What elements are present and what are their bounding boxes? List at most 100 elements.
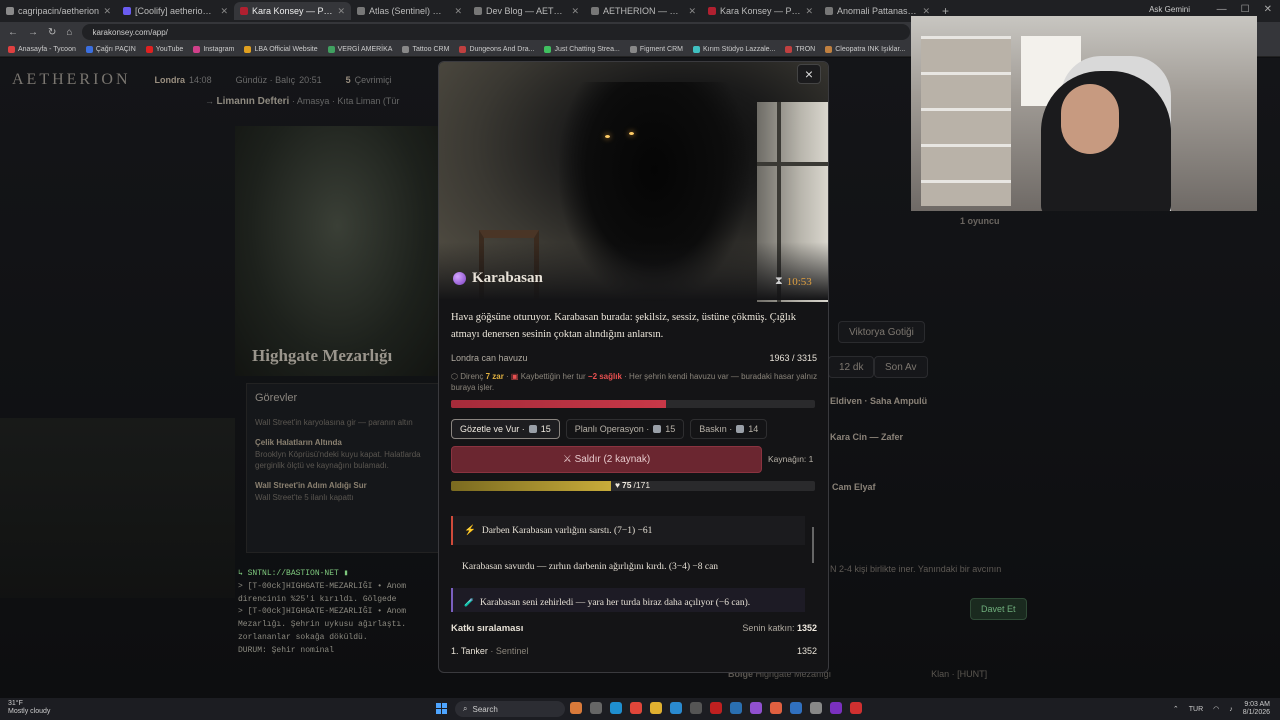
language-indicator[interactable]: TUR bbox=[1189, 706, 1203, 713]
victory-line: Kara Cin — Zafer bbox=[830, 432, 904, 442]
app-icon[interactable] bbox=[850, 702, 862, 714]
log-scrollbar[interactable] bbox=[812, 527, 814, 563]
bookmark-item[interactable]: Tattoo CRM bbox=[402, 45, 449, 53]
minimize-icon[interactable]: — bbox=[1217, 4, 1227, 15]
chevron-up-icon[interactable]: ⌃ bbox=[1173, 705, 1179, 713]
monster-image bbox=[439, 62, 828, 302]
chrome-icon[interactable] bbox=[630, 702, 642, 714]
browser-tab[interactable]: cagripacin/aetherion ✕ bbox=[0, 2, 117, 20]
clock-time: 9:03 AM bbox=[1244, 701, 1270, 708]
bookmark-item[interactable]: Çağrı PAÇIN bbox=[85, 45, 136, 53]
players-count: 1 oyuncu bbox=[960, 216, 1000, 226]
tab-favicon-icon bbox=[6, 7, 14, 15]
combat-log[interactable]: ⚡ Darben Karabasan varlığını sarstı. (7−1… bbox=[451, 502, 815, 612]
maximize-icon[interactable]: ☐ bbox=[1241, 4, 1250, 15]
app-icon[interactable] bbox=[690, 702, 702, 714]
app-icon[interactable] bbox=[770, 702, 782, 714]
bookmark-item[interactable]: Kırım Stüdyo Lazzale... bbox=[693, 45, 775, 53]
header-city: Londra 14:08 bbox=[155, 75, 212, 85]
browser-tab[interactable]: Kara Konsey — Perde Aralanıyor ✕ bbox=[702, 2, 819, 20]
volume-icon[interactable]: ♪ bbox=[1229, 706, 1233, 713]
search-icon: ⌕ bbox=[463, 704, 468, 713]
browser-tab[interactable]: Kara Konsey — Perde Aralanıyor ✕ bbox=[234, 2, 351, 20]
tab-close-icon[interactable]: ✕ bbox=[337, 6, 345, 17]
clock[interactable]: 9:03 AM 8/1/2026 bbox=[1243, 701, 1270, 717]
tab-close-icon[interactable]: ✕ bbox=[688, 6, 696, 17]
forward-icon[interactable]: → bbox=[28, 27, 38, 38]
log-text: Karabasan savurdu — zırhın darbenin ağır… bbox=[462, 561, 719, 572]
browser-tab[interactable]: Atlas (Sentinel) — AETHERION ✕ bbox=[351, 2, 468, 20]
bookmark-item[interactable]: YouTube bbox=[145, 45, 183, 53]
bookmark-item[interactable]: LBA Official Website bbox=[244, 45, 318, 53]
browser-tab[interactable]: AETHERION — Backoffice ✕ bbox=[585, 2, 702, 20]
reload-icon[interactable]: ↻ bbox=[48, 27, 56, 38]
app-icon[interactable] bbox=[710, 702, 722, 714]
url-field[interactable]: karakonsey.com/app/ bbox=[82, 24, 910, 40]
attack-mode-tab[interactable]: Gözetle ve Vur · 15 bbox=[451, 419, 560, 439]
bookmark-label: Just Chatting Strea... bbox=[554, 45, 620, 53]
bookmark-item[interactable]: Cleopatra INK Işıklar... bbox=[825, 45, 905, 53]
wifi-icon[interactable]: ◠ bbox=[1213, 705, 1219, 713]
bookmark-item[interactable]: VERGİ AMERİKA bbox=[327, 45, 392, 53]
terminal-line: direncinin %25'i kırıldı. Gölgede bbox=[238, 594, 397, 604]
terminal-line: > [T-00ck]HIGHGATE-MEZARLIĞI • Anom bbox=[238, 581, 407, 591]
invite-button[interactable]: Davet Et bbox=[970, 598, 1027, 620]
app-icon[interactable] bbox=[790, 702, 802, 714]
back-icon[interactable]: ← bbox=[8, 27, 18, 38]
close-modal-button[interactable]: × bbox=[797, 64, 821, 84]
attack-mode-tab[interactable]: Planlı Operasyon · 15 bbox=[565, 419, 685, 439]
header-online: 5 Çevrimiçi bbox=[346, 75, 392, 85]
tasks-heading: Görevler bbox=[255, 392, 298, 404]
tab-close-icon[interactable]: ✕ bbox=[103, 6, 111, 17]
monster-name: Karabasan bbox=[472, 270, 543, 286]
os-taskbar: 31°F Mostly cloudy ⌕ Search ⌃ TUR ◠ ♪ 9:03 bbox=[0, 698, 1280, 720]
terminal-line: > [T-00ck]HIGHGATE-MEZARLIĞI • Anom bbox=[238, 607, 407, 617]
ask-gemini-button[interactable]: Ask Gemini bbox=[1149, 5, 1190, 14]
breadcrumb-title: Limanın Defteri bbox=[216, 96, 290, 107]
bookmark-item[interactable]: TRON bbox=[785, 45, 815, 53]
bookmark-item[interactable]: Figment CRM bbox=[629, 45, 683, 53]
last-hunt-button[interactable]: Son Av bbox=[874, 356, 928, 378]
edge-icon[interactable] bbox=[610, 702, 622, 714]
steam-icon[interactable] bbox=[730, 702, 742, 714]
app-icon[interactable] bbox=[750, 702, 762, 714]
windows-start-icon[interactable] bbox=[436, 703, 447, 714]
hp-label: ♥ 75/171 bbox=[615, 480, 650, 490]
victoria-button[interactable]: Viktorya Gotiği bbox=[838, 321, 925, 343]
clan-label: Klan · [HUNT] bbox=[931, 669, 988, 679]
taskbar-search[interactable]: ⌕ Search bbox=[455, 701, 565, 717]
hp-bar-fill bbox=[451, 481, 611, 491]
task-view-icon[interactable] bbox=[590, 702, 602, 714]
webcam-overlay bbox=[911, 16, 1257, 211]
attack-button[interactable]: ⚔ Saldır (2 kaynak) bbox=[451, 446, 762, 473]
tab-close-icon[interactable]: ✕ bbox=[805, 6, 813, 17]
bookmark-item[interactable]: Dungeons And Dra... bbox=[459, 45, 534, 53]
folder-icon[interactable] bbox=[650, 702, 662, 714]
home-icon[interactable]: ⌂ bbox=[66, 27, 72, 38]
log-entry: Karabasan savurdu — zırhın darbenin ağır… bbox=[451, 552, 805, 581]
task-title[interactable]: Wall Street'in Adım Aldığı Sur bbox=[255, 481, 431, 490]
terminal-icon[interactable] bbox=[810, 702, 822, 714]
app-icon[interactable] bbox=[570, 702, 582, 714]
app-icon[interactable] bbox=[830, 702, 842, 714]
bookmark-item[interactable]: Instagram bbox=[193, 45, 234, 53]
tab-close-icon[interactable]: ✕ bbox=[922, 6, 930, 17]
attack-modes: Gözetle ve Vur · 15 Planlı Operasyon · 15 Ba… bbox=[451, 419, 768, 439]
browser-tab[interactable]: [Coolify] aetherion/a > Deployme ✕ bbox=[117, 2, 234, 20]
weather-widget[interactable]: 31°F Mostly cloudy bbox=[8, 700, 50, 716]
close-window-icon[interactable]: ✕ bbox=[1264, 4, 1272, 15]
tab-close-icon[interactable]: ✕ bbox=[220, 6, 228, 17]
task-title[interactable]: Çelik Halatların Altında bbox=[255, 438, 431, 447]
browser-tab[interactable]: Dev Blog — AETHERION ✕ bbox=[468, 2, 585, 20]
tab-label: Dev Blog — AETHERION bbox=[486, 6, 567, 16]
location-title: Highgate Mezarlığı bbox=[252, 346, 393, 365]
bookmark-item[interactable]: Just Chatting Strea... bbox=[544, 45, 620, 53]
skype-icon[interactable] bbox=[670, 702, 682, 714]
tab-close-icon[interactable]: ✕ bbox=[454, 6, 462, 17]
bookmark-icon bbox=[145, 45, 153, 53]
bookmark-icon bbox=[544, 45, 552, 53]
tab-close-icon[interactable]: ✕ bbox=[571, 6, 579, 17]
tab-label: cagripacin/aetherion bbox=[18, 6, 100, 16]
attack-mode-tab[interactable]: Baskın · 14 bbox=[690, 419, 768, 439]
bookmark-item[interactable]: Anasayfa - Tycoon bbox=[8, 45, 76, 53]
